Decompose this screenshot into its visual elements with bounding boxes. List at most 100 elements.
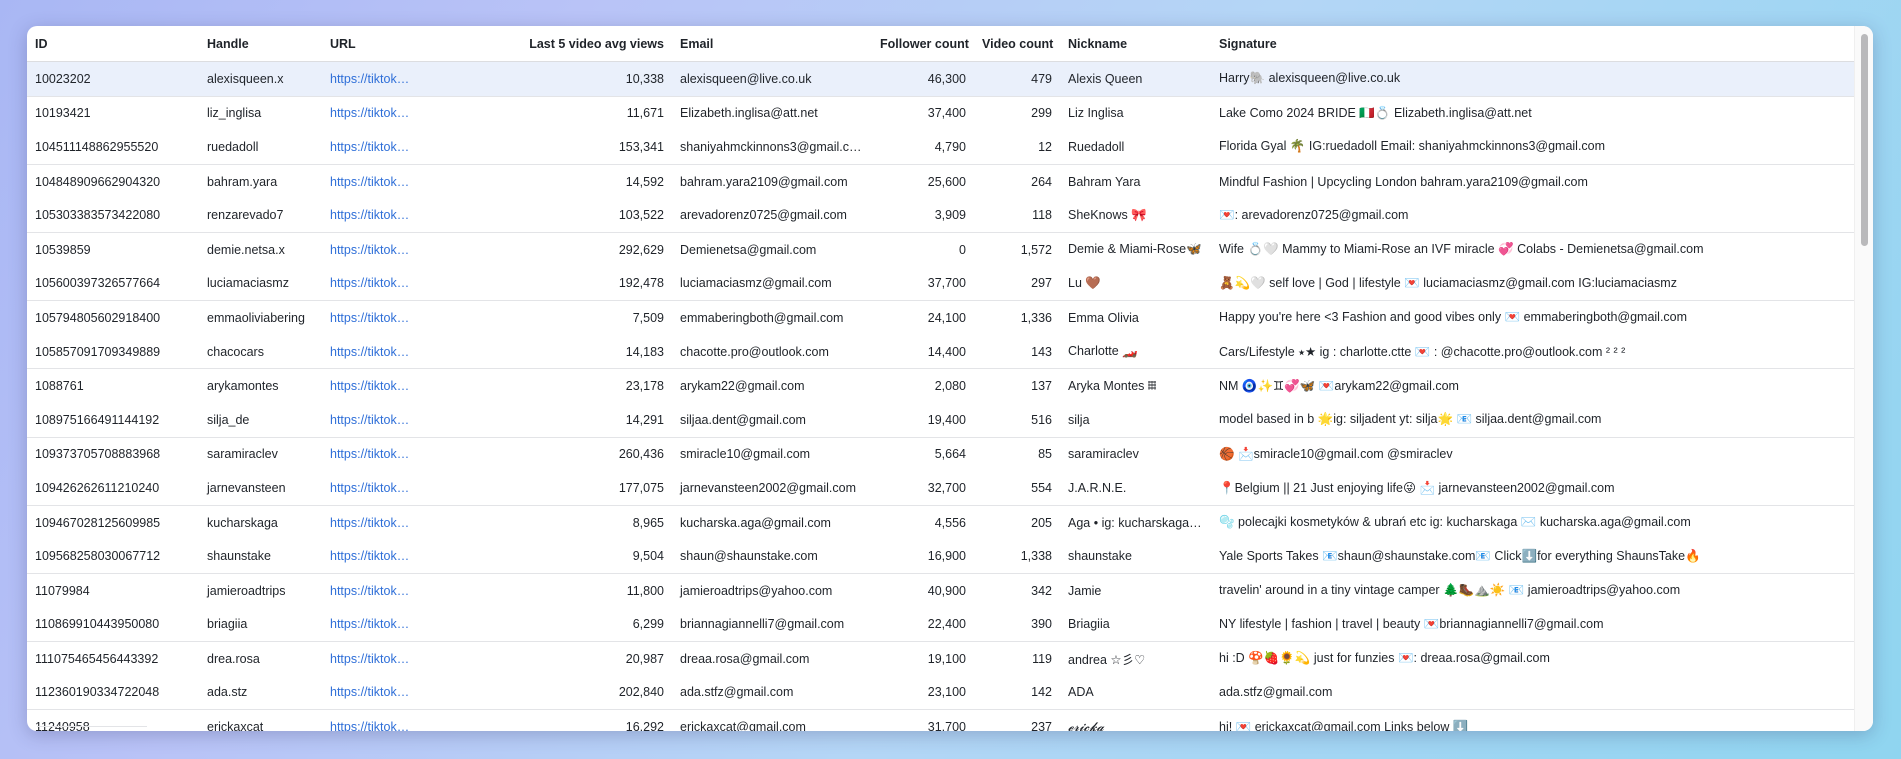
cell-avg-views: 14,592 (422, 163, 672, 199)
cell-url-link[interactable]: https://tiktok… (322, 267, 422, 301)
cell-video-count: 1,338 (1020, 549, 1052, 564)
cell-avg-views: 23,178 (422, 368, 672, 403)
cell-url-link[interactable]: https://tiktok… (322, 61, 422, 97)
cell-avg-views: 14,183 (625, 344, 664, 359)
table-row[interactable]: 109426262611210240 jarnevansteen https://t… (27, 471, 1854, 505)
cell-nickname: Aryka Montes 𝄜 (1060, 368, 1211, 403)
table-row[interactable]: 109373705708883968 saramiraclev https://ti… (27, 436, 1854, 472)
cell-video-count: 118 (1032, 208, 1052, 223)
cell-signature: 🏀 📩smiracle10@gmail.com @smiraclev (1211, 436, 1854, 472)
cell-url-link[interactable]: https://tiktok… (322, 231, 422, 267)
column-header-url[interactable]: URL (322, 26, 422, 62)
column-header-email[interactable]: Email (672, 26, 872, 62)
cell-handle: chacocars (207, 344, 264, 359)
cell-signature: Cars/Lifestyle ⭑★ ig : charlotte.ctte 💌 … (1219, 344, 1626, 359)
cell-url-link[interactable]: https://tiktok… (322, 676, 422, 710)
cell-follower-count: 19,100 (872, 641, 974, 676)
table-row[interactable]: 11240958 erickaxcat https://tiktok… 16,292 e… (27, 709, 1854, 731)
table-row[interactable]: 105600397326577664 luciamaciasmz https://t… (27, 267, 1854, 301)
cell-handle: jamieroadtrips (199, 572, 322, 608)
cell-signature: hi :D 🍄🍓🌻💫 just for funzies 💌: dreaa.ros… (1211, 641, 1854, 676)
column-header-avg-views[interactable]: Last 5 video avg views (422, 26, 672, 62)
table-row[interactable]: 10539859 demie.netsa.x https://tiktok… 292,… (27, 231, 1854, 267)
cell-id: 111075465456443392 (27, 641, 199, 676)
cell-email: smiracle10@gmail.com (672, 436, 872, 472)
cell-follower-count: 3,909 (934, 208, 966, 223)
cell-id: 110869910443950080 (35, 617, 160, 632)
cell-avg-views: 202,840 (618, 685, 664, 700)
column-header-video-count[interactable]: Video count (974, 26, 1060, 62)
cell-url-link[interactable]: https://tiktok… (322, 572, 422, 608)
cell-follower-count: 31,700 (872, 709, 974, 731)
cell-url-link[interactable]: https://tiktok… (322, 300, 422, 335)
cell-video-count: 119 (974, 641, 1060, 676)
cell-follower-count: 46,300 (872, 61, 974, 97)
column-header-nickname[interactable]: Nickname (1060, 26, 1211, 62)
cell-url-link[interactable]: https://tiktok… (322, 163, 422, 199)
cell-email: siljaa.dent@gmail.com (680, 412, 806, 427)
vertical-scrollbar[interactable] (1854, 26, 1873, 731)
table-row[interactable]: 108975166491144192 silja_de https://tiktok… (27, 403, 1854, 437)
cell-video-count: 299 (974, 95, 1060, 131)
cell-url-link[interactable]: https://tiktok… (322, 641, 422, 676)
cell-url-link[interactable]: https://tiktok… (322, 436, 422, 472)
table-row[interactable]: 112360190334722048 ada.stz https://tiktok…… (27, 676, 1854, 710)
table-row[interactable]: 10023202 alexisqueen.x https://tiktok… 10,3… (27, 61, 1854, 97)
table-row[interactable]: 1088761 arykamontes https://tiktok… 23,178 a… (27, 368, 1854, 403)
cell-url-link[interactable]: https://tiktok… (322, 539, 422, 573)
table-row[interactable]: 10193421 liz_inglisa https://tiktok… 11,671… (27, 95, 1854, 131)
cell-url-link[interactable]: https://tiktok… (322, 130, 422, 164)
cell-email: luciamaciasmz@gmail.com (680, 276, 832, 291)
table-row[interactable]: 109568258030067712 shaunstake https://tikt… (27, 539, 1854, 573)
cell-url-link[interactable]: https://tiktok… (322, 335, 422, 369)
cell-email: jarnevansteen2002@gmail.com (680, 480, 856, 495)
table-row[interactable]: 11079984 jamieroadtrips https://tiktok… 11,… (27, 572, 1854, 608)
cell-handle: liz_inglisa (199, 95, 322, 131)
cell-follower-count: 14,400 (927, 344, 966, 359)
cell-handle: erickaxcat (199, 709, 322, 731)
cell-url-link[interactable]: https://tiktok… (322, 471, 422, 505)
table-row[interactable]: 105794805602918400 emmaoliviabering https:… (27, 300, 1854, 335)
cell-video-count: 142 (1031, 685, 1052, 700)
column-header-signature[interactable]: Signature (1211, 26, 1854, 62)
table-row[interactable]: 110869910443950080 briagiia https://tiktok… (27, 608, 1854, 642)
cell-url-link[interactable]: https://tiktok… (322, 608, 422, 642)
cell-follower-count: 37,400 (872, 95, 974, 131)
cell-url-link[interactable]: https://tiktok… (322, 709, 422, 731)
cell-signature: Mindful Fashion | Upcycling London bahra… (1211, 163, 1854, 199)
cell-signature: Florida Gyal 🌴 IG:ruedadoll Email: shani… (1219, 139, 1606, 154)
cell-handle: drea.rosa (199, 641, 322, 676)
cell-id: 10023202 (27, 61, 199, 97)
table-row[interactable]: 105857091709349889 chacocars https://tikto… (27, 335, 1854, 369)
column-header-handle[interactable]: Handle (199, 26, 322, 62)
cell-url-link[interactable]: https://tiktok… (322, 403, 422, 437)
cell-id: 109426262611210240 (35, 480, 160, 495)
cell-video-count: 342 (974, 572, 1060, 608)
column-header-id[interactable]: ID (27, 26, 199, 62)
table-row[interactable]: 105303383573422080 renzarevado7 https://ti… (27, 198, 1854, 232)
cell-id: 10539859 (27, 231, 199, 267)
cell-url-link[interactable]: https://tiktok… (322, 504, 422, 540)
cell-url-link[interactable]: https://tiktok… (322, 198, 422, 232)
cell-nickname: Lu 🤎 (1068, 275, 1101, 290)
cell-email: kucharska.aga@gmail.com (672, 504, 872, 540)
cell-follower-count: 4,556 (872, 504, 974, 540)
cell-avg-views: 7,509 (422, 300, 672, 335)
scrollbar-thumb[interactable] (1861, 34, 1868, 246)
table-body: 10023202 alexisqueen.x https://tiktok… 10,3… (27, 61, 1854, 731)
cell-id: 108975166491144192 (35, 412, 160, 427)
table-row[interactable]: 104848909662904320 bahram.yara https://tik… (27, 163, 1854, 199)
cell-url-link[interactable]: https://tiktok… (322, 95, 422, 131)
cell-nickname: Emma Olivia (1060, 300, 1211, 335)
cell-handle: ada.stz (207, 685, 248, 700)
table-row[interactable]: 111075465456443392 drea.rosa https://tikto… (27, 641, 1854, 676)
table-row[interactable]: 109467028125609985 kucharskaga https://tik… (27, 504, 1854, 540)
table-row[interactable]: 104511148862955520 ruedadoll https://tikto… (27, 130, 1854, 164)
cell-nickname: Aga • ig: kucharskaga… (1060, 504, 1211, 540)
cell-url-link[interactable]: https://tiktok… (322, 368, 422, 403)
cell-handle: luciamaciasmz (207, 276, 289, 291)
cell-id: 105794805602918400 (27, 300, 199, 335)
column-header-follower-count[interactable]: Follower count (872, 26, 974, 62)
cell-nickname: Charlotte 🏎️ (1068, 344, 1138, 359)
creators-table: ID Handle URL Last 5 video avg views Ema… (27, 26, 1854, 731)
